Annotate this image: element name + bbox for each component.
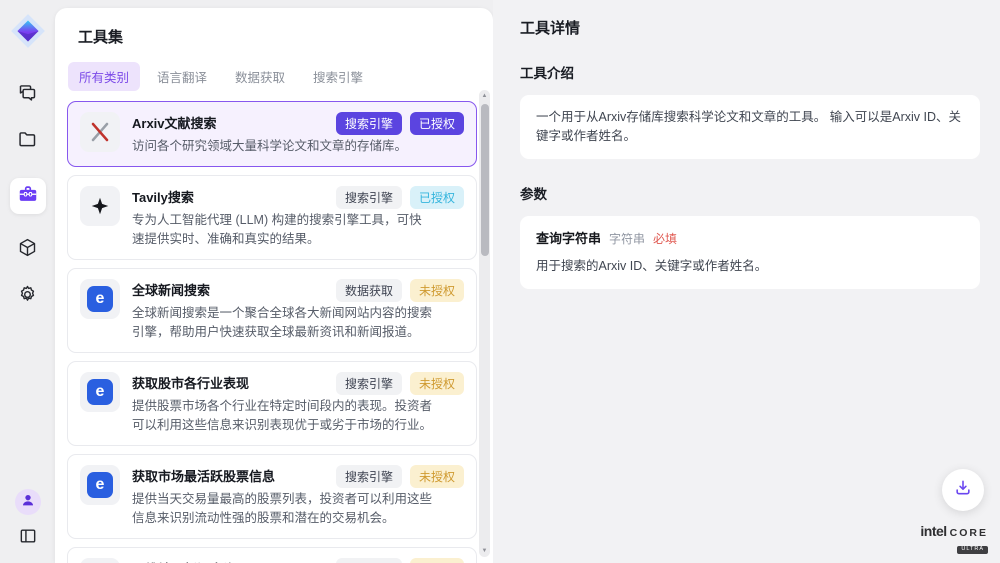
tool-card[interactable]: e全球新闻搜索全球新闻搜索是一个聚合全球各大新闻网站内容的搜索引擎，帮助用户快速… xyxy=(67,268,477,353)
detail-title: 工具详情 xyxy=(520,17,980,38)
sidebar-bottom xyxy=(15,489,41,549)
card-badges: 搜索引擎已授权 xyxy=(336,112,464,135)
tool-cards-list: Arxiv文献搜索访问各个研究领域大量科学论文和文章的存储库。搜索引擎已授权Ta… xyxy=(67,101,477,563)
tool-description: 专为人工智能代理 (LLM) 构建的搜索引擎工具，可快速提供实时、准确和真实的结… xyxy=(132,211,434,249)
category-badge: 搜索引擎 xyxy=(336,186,402,209)
param-header: 查询字符串 字符串 必填 xyxy=(536,229,964,249)
newspaper-icon xyxy=(80,558,120,563)
intel-core-logo: intel core Ultra xyxy=(920,524,988,555)
category-tab[interactable]: 语言翻译 xyxy=(146,62,218,91)
param-required-badge: 必填 xyxy=(653,230,677,248)
scrollbar-down-arrow-icon[interactable]: ▼ xyxy=(479,548,490,554)
collapse-panel-icon xyxy=(18,526,38,551)
auth-status-badge: 未授权 xyxy=(410,558,464,563)
tool-card[interactable]: Arxiv文献搜索访问各个研究领域大量科学论文和文章的存储库。搜索引擎已授权 xyxy=(67,101,477,167)
user-avatar-icon xyxy=(20,492,36,513)
card-badges: 搜索引擎 未授权 xyxy=(336,558,464,563)
scrollbar[interactable]: ▲ ▼ xyxy=(479,90,490,557)
tool-description: 提供股票市场各个行业在特定时间段内的表现。投资者可以利用这些信息来识别表现优于或… xyxy=(132,397,434,435)
settings-icon xyxy=(17,284,38,310)
chat-icon xyxy=(17,82,38,108)
news-e-icon: e xyxy=(80,279,120,319)
scrollbar-thumb[interactable] xyxy=(481,104,489,256)
sidebar-item-files[interactable] xyxy=(17,131,39,153)
tool-card[interactable]: e获取股市各行业表现提供股票市场各个行业在特定时间段内的表现。投资者可以利用这些… xyxy=(67,361,477,446)
param-card: 查询字符串 字符串 必填 用于搜索的Arxiv ID、关键字或作者姓名。 xyxy=(520,216,980,289)
category-badge: 搜索引擎 xyxy=(336,372,402,395)
card-badges: 搜索引擎未授权 xyxy=(336,372,464,395)
auth-status-badge: 已授权 xyxy=(410,112,464,135)
category-badge: 搜索引擎 xyxy=(336,558,402,563)
card-badges: 搜索引擎已授权 xyxy=(336,186,464,209)
news-e-icon: e xyxy=(80,465,120,505)
auth-status-badge: 已授权 xyxy=(410,186,464,209)
card-badges: 数据获取未授权 xyxy=(336,279,464,302)
sidebar-item-tools[interactable] xyxy=(10,178,46,214)
param-description: 用于搜索的Arxiv ID、关键字或作者姓名。 xyxy=(536,257,964,276)
auth-status-badge: 未授权 xyxy=(410,465,464,488)
toolbox-icon xyxy=(17,183,39,210)
page-title: 工具集 xyxy=(78,26,493,47)
intro-text: 一个用于从Arxiv存储库搜索科学论文和文章的工具。 输入可以是Arxiv ID… xyxy=(536,110,961,143)
params-heading: 参数 xyxy=(520,183,980,203)
tool-card[interactable]: e获取市场最活跃股票信息提供当天交易量最高的股票列表，投资者可以利用这些信息来识… xyxy=(67,454,477,539)
cube-icon xyxy=(17,237,38,263)
tool-list-panel: 工具集 所有类别语言翻译数据获取搜索引擎 Arxiv文献搜索访问各个研究领域大量… xyxy=(55,8,493,563)
brand-tier-badge: Ultra xyxy=(957,546,988,555)
param-type: 字符串 xyxy=(609,230,645,248)
sidebar-item-settings[interactable] xyxy=(17,286,39,308)
tool-description: 访问各个研究领域大量科学论文和文章的存储库。 xyxy=(132,137,434,156)
app-logo-diamond xyxy=(9,12,47,50)
brand-intel-text: intel xyxy=(920,524,946,538)
folder-icon xyxy=(17,129,38,155)
category-badge: 搜索引擎 xyxy=(336,465,402,488)
category-tabs: 所有类别语言翻译数据获取搜索引擎 xyxy=(68,62,493,91)
download-icon xyxy=(953,478,973,503)
collapse-sidebar-button[interactable] xyxy=(17,527,39,549)
left-sidebar xyxy=(0,0,55,563)
tool-card[interactable]: Tavily搜索专为人工智能代理 (LLM) 构建的搜索引擎工具，可快速提供实时… xyxy=(67,175,477,260)
sidebar-item-chat[interactable] xyxy=(17,84,39,106)
intro-heading: 工具介绍 xyxy=(520,62,980,82)
sidebar-nav xyxy=(10,84,46,308)
category-tab[interactable]: 数据获取 xyxy=(224,62,296,91)
param-name: 查询字符串 xyxy=(536,229,601,249)
download-button[interactable] xyxy=(942,469,984,511)
category-badge: 数据获取 xyxy=(336,279,402,302)
tool-description: 提供当天交易量最高的股票列表，投资者可以利用这些信息来识别流动性强的股票和潜在的… xyxy=(132,490,434,528)
auth-status-badge: 未授权 xyxy=(410,279,464,302)
arxiv-icon xyxy=(80,112,120,152)
category-tab[interactable]: 所有类别 xyxy=(68,62,140,91)
card-badges: 搜索引擎未授权 xyxy=(336,465,464,488)
news-e-icon: e xyxy=(80,372,120,412)
intro-card: 一个用于从Arxiv存储库搜索科学论文和文章的工具。 输入可以是Arxiv ID… xyxy=(520,95,980,159)
user-avatar[interactable] xyxy=(15,489,41,515)
category-badge: 搜索引擎 xyxy=(336,112,402,135)
category-tab[interactable]: 搜索引擎 xyxy=(302,62,374,91)
tool-description: 全球新闻搜索是一个聚合全球各大新闻网站内容的搜索引擎，帮助用户快速获取全球最新资… xyxy=(132,304,434,342)
scrollbar-up-arrow-icon[interactable]: ▲ xyxy=(479,93,490,99)
tool-detail-panel: 工具详情 工具介绍 一个用于从Arxiv存储库搜索科学论文和文章的工具。 输入可… xyxy=(493,0,1000,563)
brand-core-text: core xyxy=(950,528,988,539)
star-icon xyxy=(80,186,120,226)
tool-card[interactable]: 万维地区新闻查询查询具体行政区划内的新闻，快速了解各地新闻动搜索引擎未授权 xyxy=(67,547,477,563)
sidebar-item-models[interactable] xyxy=(17,239,39,261)
auth-status-badge: 未授权 xyxy=(410,372,464,395)
